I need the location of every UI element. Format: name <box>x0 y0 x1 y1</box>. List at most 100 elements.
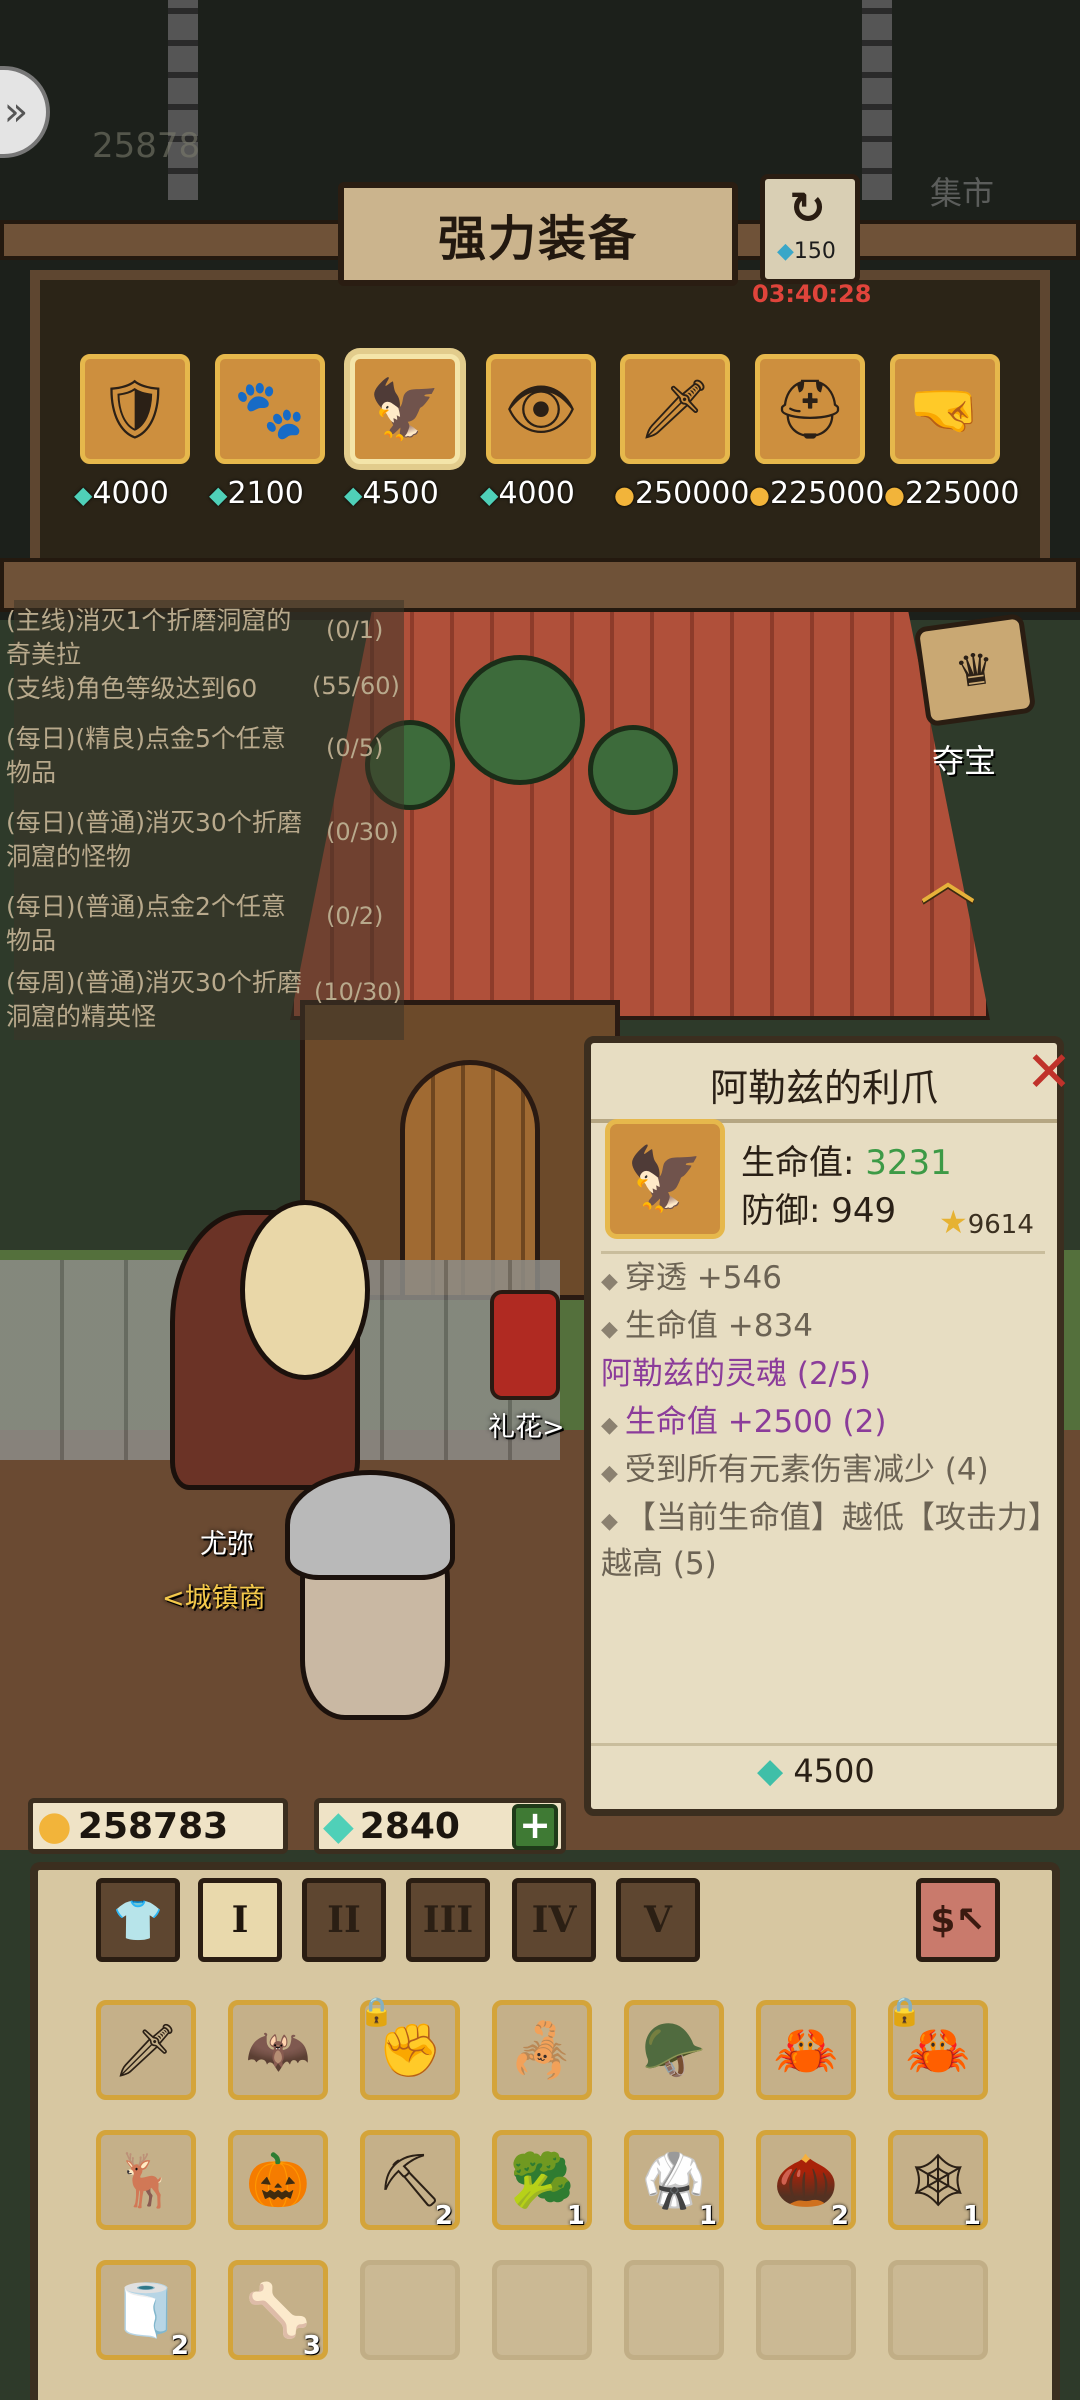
inventory-slot[interactable]: 🕸 1 <box>888 2130 988 2231</box>
quest-progress: (0/1) <box>326 616 384 644</box>
red-claw-icon: 🦀 <box>773 2020 839 2081</box>
tab-tier-3[interactable]: III <box>406 1878 490 1962</box>
stack-count: 2 <box>170 2331 189 2361</box>
sell-button[interactable]: $↖ <box>916 1878 1000 1962</box>
add-gems-button[interactable]: + <box>512 1804 558 1850</box>
refresh-button[interactable]: ↻ ◆150 <box>760 174 860 284</box>
black-chest-armor-icon: 🛡 <box>80 354 190 464</box>
inventory-slot[interactable]: 🦂 <box>492 2000 592 2100</box>
empty-inventory-slot[interactable] <box>756 2260 856 2360</box>
quest-progress: (0/30) <box>326 818 399 846</box>
quest-text[interactable]: (每周)(普通)消灭30个折磨洞窟的精英怪 <box>6 966 306 1034</box>
tab-tier-5[interactable]: V <box>616 1878 700 1962</box>
spiked-shoulder-icon: 🦂 <box>509 2020 575 2081</box>
defense-stat: 防御: 949 <box>741 1191 897 1231</box>
inventory-slot[interactable]: 🦴 3 <box>228 2260 328 2361</box>
inventory-slot[interactable]: ✊ 🔒 <box>359 1995 460 2100</box>
gold-counter: ● 258783 <box>28 1798 288 1854</box>
close-icon[interactable]: ✕ <box>1023 1045 1075 1101</box>
shop-item[interactable]: 🤜 <box>890 354 1000 464</box>
gem-icon: ◆ <box>344 481 363 509</box>
empty-inventory-slot[interactable] <box>492 2260 592 2360</box>
gem-icon: ◆ <box>209 481 228 509</box>
gem-icon: ◆ <box>323 1803 354 1849</box>
stack-count: 2 <box>434 2201 453 2231</box>
quest-text[interactable]: (每日)(普通)消灭30个折磨洞窟的怪物 <box>6 806 306 874</box>
bonus-stat: ◆ 生命值 +834 <box>601 1308 813 1344</box>
diamond-bullet-icon: ◆ <box>601 1509 625 1534</box>
shop-item[interactable]: 👁 <box>486 354 596 464</box>
empty-inventory-slot[interactable] <box>888 2260 988 2360</box>
double-chevron-icon: » <box>3 89 29 135</box>
inventory-slot[interactable]: 🦀 🔒 <box>887 1995 988 2100</box>
quest-text[interactable]: (每日)(精良)点金5个任意物品 <box>6 722 306 790</box>
diamond-bullet-icon: ◆ <box>601 1413 625 1438</box>
power-rating: ★9614 <box>939 1203 1034 1241</box>
refresh-cost: ◆150 <box>777 239 836 264</box>
inventory-slot[interactable]: 🗡 <box>96 2000 196 2100</box>
shop-item[interactable]: 🐾 <box>215 354 325 464</box>
inventory-slot[interactable]: 🌰 2 <box>756 2130 856 2231</box>
quest-progress: (55/60) <box>312 672 400 700</box>
tab-tier-1[interactable]: I <box>198 1878 282 1962</box>
stack-count: 2 <box>830 2201 849 2231</box>
bonus-stat: ◆ 穿透 +546 <box>601 1260 782 1296</box>
shop-item[interactable]: ⛑ <box>755 354 865 464</box>
gem-icon: ◆ <box>777 239 794 264</box>
fireworks-lantern[interactable] <box>490 1290 560 1400</box>
herb-icon: 🥦 <box>509 2150 575 2211</box>
roof-ornament <box>455 655 585 785</box>
gold-nugget-icon: ● <box>749 481 770 509</box>
shop-item-price: ◆4500 <box>344 476 439 511</box>
inventory-slot[interactable]: 🥋 1 <box>624 2130 724 2231</box>
gem-icon: ◆ <box>74 481 93 509</box>
inventory-slot[interactable]: ⛏ 2 <box>360 2130 460 2231</box>
inventory-slot[interactable]: 🦇 <box>228 2000 328 2100</box>
lock-icon: 🔒 <box>887 1995 922 2028</box>
alez-claw-icon: 🦅 <box>605 1119 725 1239</box>
set-bonus: ◆ 受到所有元素伤害减少 (4) <box>601 1452 989 1488</box>
red-eye-helm-icon: 👁 <box>486 354 596 464</box>
empty-inventory-slot[interactable] <box>360 2260 460 2360</box>
stack-count: 1 <box>962 2201 981 2231</box>
market-label[interactable]: 集市 <box>930 168 994 214</box>
inventory-slot[interactable]: 🪖 <box>624 2000 724 2100</box>
gold-nugget-icon: ● <box>37 1803 72 1849</box>
tab-tier-4[interactable]: IV <box>512 1878 596 1962</box>
quest-progress: (10/30) <box>314 978 402 1006</box>
buy-price[interactable]: ◆ 4500 <box>757 1751 875 1791</box>
shop-item[interactable]: 🗡 <box>620 354 730 464</box>
chevron-up-icon[interactable]: ︿ <box>920 835 976 916</box>
gold-nugget-icon: ● <box>614 481 635 509</box>
tab-tier-2[interactable]: II <box>302 1878 386 1962</box>
knight-helm-icon: ⛑ <box>755 354 865 464</box>
silver-helm-icon: 🪖 <box>641 2020 707 2081</box>
bandage-icon: 🧻 <box>113 2280 179 2341</box>
treasure-button[interactable]: ♛ 夺宝 <box>910 612 1050 780</box>
empty-inventory-slot[interactable] <box>624 2260 724 2360</box>
shop-item[interactable]: 🦅 <box>350 354 460 464</box>
brown-fur-gauntlet-icon: 🐾 <box>215 354 325 464</box>
inventory-slot[interactable]: 🎃 <box>228 2130 328 2230</box>
quest-text[interactable]: (支线)角色等级达到60 <box>6 672 306 706</box>
hp-stat: 生命值: 3231 <box>741 1143 952 1183</box>
inventory-slot[interactable]: 🧻 2 <box>96 2260 196 2361</box>
inventory-slot[interactable]: 🥦 1 <box>492 2130 592 2231</box>
shovel-icon: ⛏ <box>376 2150 443 2211</box>
stack-count: 1 <box>566 2201 585 2231</box>
npc-title-label: <城镇商 <box>162 1583 266 1614</box>
stack-count: 3 <box>302 2331 321 2361</box>
hanging-chain <box>168 0 198 200</box>
quest-progress: (0/5) <box>326 734 384 762</box>
quest-text[interactable]: (每日)(普通)点金2个任意物品 <box>6 890 306 958</box>
merchant-npc-head[interactable] <box>240 1200 370 1380</box>
shop-item-price: ◆4000 <box>480 476 575 511</box>
inventory-slot[interactable]: 🦌 <box>96 2130 196 2230</box>
quest-progress: (0/2) <box>326 902 384 930</box>
inventory-slot[interactable]: 🦀 <box>756 2000 856 2100</box>
shop-item-price: ◆2100 <box>209 476 304 511</box>
shirt-icon: 👕 <box>113 1896 163 1944</box>
shop-item[interactable]: 🛡 <box>80 354 190 464</box>
tab-all-equipment[interactable]: 👕 <box>96 1878 180 1962</box>
quest-text[interactable]: (主线)消灭1个折磨洞窟的奇美拉 <box>6 604 306 672</box>
